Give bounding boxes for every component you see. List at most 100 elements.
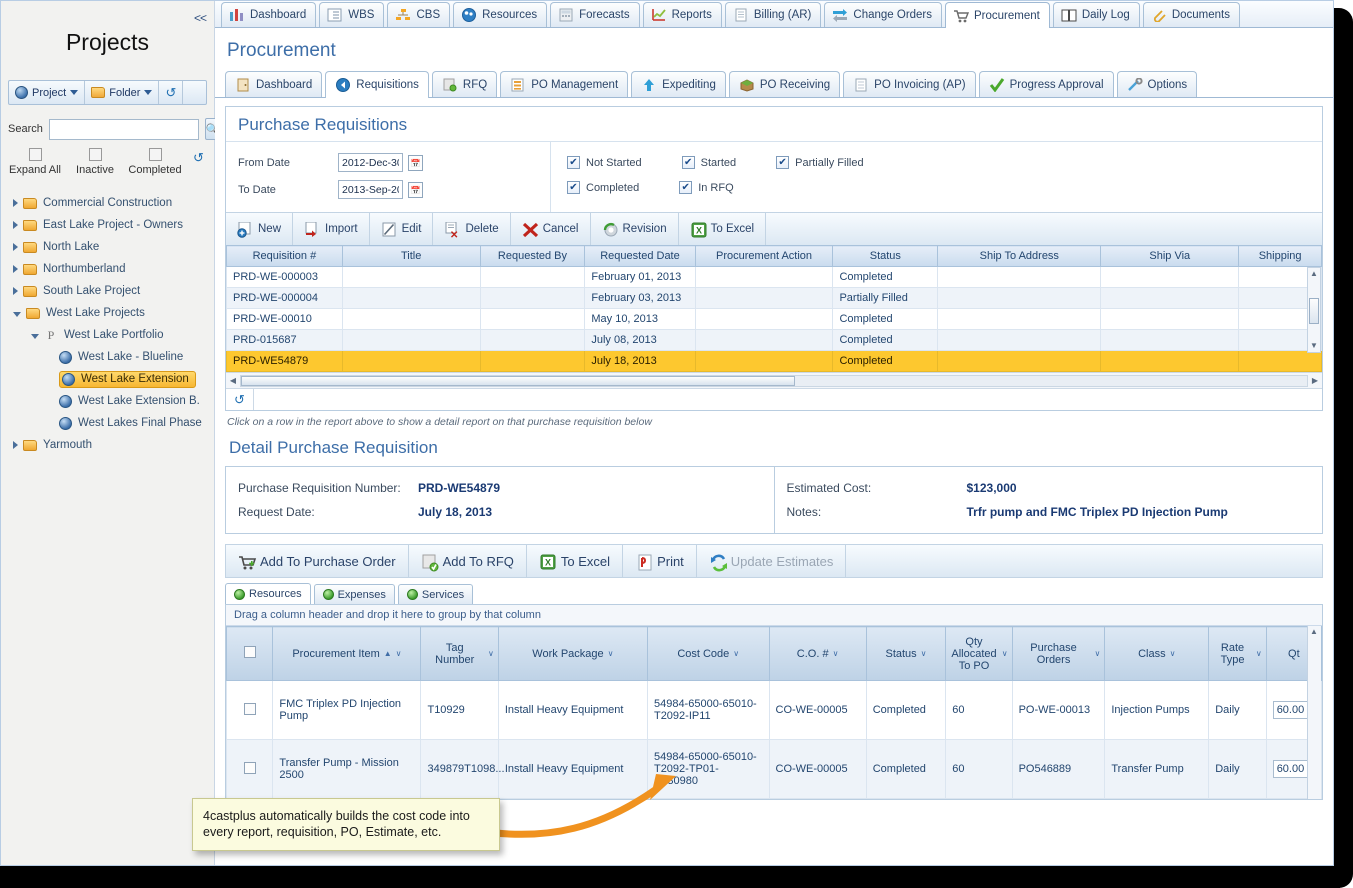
scroll-track[interactable] [240, 374, 1308, 387]
req-edit-button[interactable]: Edit [370, 213, 434, 245]
calendar-icon[interactable]: 📅 [408, 181, 423, 198]
chevron-right-icon[interactable] [13, 199, 18, 207]
column-header[interactable]: Ship Via [1100, 245, 1240, 267]
column-filter-icon[interactable]: ∨ [733, 649, 739, 658]
chevron-down-icon[interactable] [31, 333, 39, 339]
tree-refresh-icon[interactable]: ↺ [193, 150, 204, 166]
detail-column-header[interactable]: Work Package ∨ [497, 626, 648, 681]
scroll-right-icon[interactable]: ▶ [1308, 376, 1322, 385]
scroll-thumb[interactable] [1309, 298, 1319, 324]
req-new-button[interactable]: New [226, 213, 294, 245]
table-row[interactable]: PRD-WE-000003 February 01, 2013 Completed [226, 266, 1322, 288]
column-header[interactable]: Requisition # [226, 245, 343, 267]
inner-tab-expenses[interactable]: Expenses [313, 584, 395, 604]
sidebar-refresh-button[interactable]: ↺ [159, 81, 184, 104]
chevron-right-icon[interactable] [13, 265, 18, 273]
column-header[interactable]: Procurement Action [694, 245, 834, 267]
detail-column-header[interactable]: Cost Code ∨ [646, 626, 770, 681]
status-filter-in-rfq[interactable]: ✔ In RFQ [679, 181, 734, 194]
req-cancel-button[interactable]: Cancel [511, 213, 591, 245]
detail-to-excel-button[interactable]: X To Excel [527, 545, 624, 577]
column-filter-icon[interactable]: ∨ [488, 649, 494, 658]
tree-item-south-lake-project[interactable]: South Lake Project [1, 280, 214, 302]
detail-column-header[interactable]: C.O. # ∨ [768, 626, 867, 681]
status-filter-not-started[interactable]: ✔ Not Started [567, 156, 642, 169]
detail-column-header[interactable]: Tag Number ∨ [420, 626, 499, 681]
sub-tab-requisitions[interactable]: Requisitions [325, 71, 429, 98]
sub-tab-po-invoicing-ap[interactable]: PO Invoicing (AP) [843, 71, 976, 97]
detail-column-header[interactable]: Status ∨ [865, 626, 947, 681]
row-checkbox[interactable] [243, 702, 256, 715]
tree-item-commercial-construction[interactable]: Commercial Construction [1, 192, 214, 214]
requisitions-horizontal-scrollbar[interactable]: ◀ ▶ [226, 372, 1322, 388]
to-date-input[interactable] [338, 180, 403, 199]
calendar-icon[interactable]: 📅 [408, 154, 423, 171]
checkbox-completed[interactable]: Completed [125, 148, 185, 176]
column-filter-icon[interactable]: ∨ [1095, 649, 1101, 658]
sub-tab-progress-approval[interactable]: Progress Approval [978, 71, 1114, 97]
status-filter-partially-filled[interactable]: ✔ Partially Filled [776, 156, 864, 169]
sub-tab-po-receiving[interactable]: PO Receiving [728, 71, 841, 97]
table-row[interactable]: Transfer Pump - Mission 2500 349879T1098.… [225, 739, 1323, 799]
detail-add-to-purchase-order-button[interactable]: Add To Purchase Order [226, 545, 409, 577]
scroll-thumb[interactable] [241, 375, 796, 386]
main-tab-billing-ar[interactable]: Billing (AR) [724, 2, 822, 27]
tree-item-north-lake[interactable]: North Lake [1, 236, 214, 258]
tree-item-west-lake-blueline[interactable]: West Lake - Blueline [1, 346, 214, 368]
sub-tab-po-management[interactable]: PO Management [500, 71, 629, 97]
grid-refresh-icon[interactable]: ↺ [226, 389, 254, 410]
column-header[interactable]: Title [341, 245, 481, 267]
column-filter-icon[interactable]: ∨ [921, 649, 927, 658]
column-filter-icon[interactable]: ∨ [833, 649, 839, 658]
main-tab-dashboard[interactable]: Dashboard [221, 2, 317, 27]
column-header[interactable]: Requested By [479, 245, 586, 267]
table-row[interactable]: FMC Triplex PD Injection Pump T10929 Insta… [225, 680, 1323, 740]
main-tab-change-orders[interactable]: Change Orders [824, 2, 943, 27]
req-delete-button[interactable]: ✕ Delete [433, 213, 511, 245]
main-tab-documents[interactable]: Documents [1142, 2, 1240, 27]
scroll-up-icon[interactable]: ▲ [1308, 626, 1320, 638]
chevron-right-icon[interactable] [13, 221, 18, 229]
column-header[interactable]: Status [832, 245, 939, 267]
checkbox-inactive[interactable]: Inactive [65, 148, 125, 176]
tree-item-east-lake-project-owners[interactable]: East Lake Project - Owners [1, 214, 214, 236]
column-filter-icon[interactable]: ∨ [1002, 649, 1008, 658]
main-tab-forecasts[interactable]: Forecasts [550, 2, 640, 27]
row-checkbox[interactable] [243, 761, 256, 774]
main-tab-cbs[interactable]: CBS [387, 2, 451, 27]
column-header[interactable]: Ship To Address [937, 245, 1102, 267]
detail-vertical-scrollbar[interactable]: ▲ [1307, 626, 1321, 799]
detail-column-header[interactable]: Purchase Orders ∨ [1011, 626, 1106, 681]
detail-add-to-rfq-button[interactable]: Add To RFQ [409, 545, 527, 577]
status-filter-started[interactable]: ✔ Started [681, 156, 736, 169]
scroll-left-icon[interactable]: ◀ [226, 376, 240, 385]
project-dropdown-button[interactable]: Project [9, 81, 86, 104]
status-filter-completed[interactable]: ✔ Completed [567, 181, 639, 194]
column-filter-icon[interactable]: ∨ [396, 649, 402, 658]
select-all-checkbox[interactable] [243, 646, 256, 658]
inner-tab-services[interactable]: Services [397, 584, 474, 604]
column-filter-icon[interactable]: ∨ [1256, 649, 1262, 658]
chevron-right-icon[interactable] [13, 243, 18, 251]
from-date-input[interactable] [338, 153, 403, 172]
main-tab-resources[interactable]: Resources [453, 2, 548, 27]
chevron-right-icon[interactable] [13, 287, 18, 295]
tree-item-west-lakes-final-phase[interactable]: West Lakes Final Phase [1, 412, 214, 434]
inner-tab-resources[interactable]: Resources [225, 583, 311, 604]
checkbox-expand-all[interactable]: Expand All [5, 148, 65, 176]
detail-print-button[interactable]: Print [623, 545, 697, 577]
sub-tab-options[interactable]: Options [1116, 71, 1198, 97]
tree-item-west-lake-portfolio[interactable]: P West Lake Portfolio [1, 324, 214, 346]
column-filter-icon[interactable]: ∨ [1170, 649, 1176, 658]
req-to-excel-button[interactable]: X To Excel [679, 213, 767, 245]
detail-column-header[interactable] [225, 626, 274, 681]
sub-tab-expediting[interactable]: Expediting [631, 71, 726, 97]
main-tab-procurement[interactable]: Procurement [945, 2, 1050, 28]
sub-tab-dashboard[interactable]: Dashboard [225, 71, 323, 97]
chevron-right-icon[interactable] [13, 441, 18, 449]
scroll-down-icon[interactable]: ▼ [1308, 340, 1320, 352]
table-row[interactable]: PRD-WE-00010 May 10, 2013 Completed [226, 308, 1322, 330]
tree-item-west-lake-projects[interactable]: West Lake Projects [1, 302, 214, 324]
requisitions-vertical-scrollbar[interactable]: ▲ ▼ [1307, 267, 1321, 353]
detail-column-header[interactable]: Procurement Item ▲ ∨ [272, 626, 422, 681]
